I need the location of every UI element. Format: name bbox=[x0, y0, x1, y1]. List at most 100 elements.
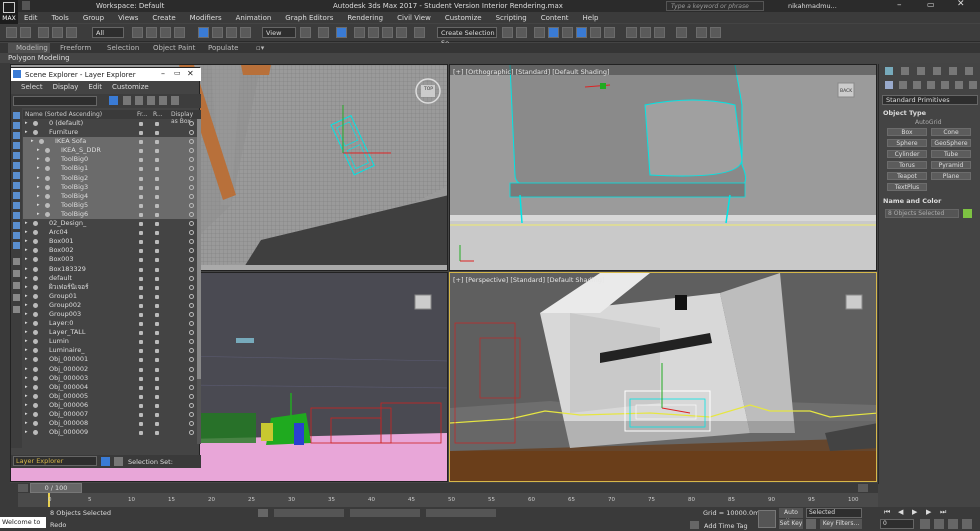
menu-customize[interactable]: Customize bbox=[112, 82, 149, 93]
layer-row[interactable]: ▸ ToolBig3 bbox=[23, 182, 197, 192]
menu-tools[interactable]: Tools bbox=[52, 14, 69, 22]
renderable-toggle-icon[interactable] bbox=[155, 340, 159, 345]
frozen-toggle-icon[interactable] bbox=[139, 285, 143, 290]
layer-row[interactable]: ▸ ผิวเฟอร์นิเจอร์ bbox=[23, 283, 197, 292]
select-place-icon[interactable] bbox=[240, 27, 251, 38]
object-type-title[interactable]: Object Type bbox=[883, 109, 926, 117]
frozen-toggle-icon[interactable] bbox=[139, 349, 143, 354]
previous-frame-icon[interactable]: ◀ bbox=[898, 508, 903, 516]
ribbon-options-icon[interactable]: ▫▾ bbox=[256, 44, 264, 52]
menu-create[interactable]: Create bbox=[152, 14, 175, 22]
viewcube-top[interactable]: TOP bbox=[424, 87, 433, 92]
layer-row[interactable]: ▸ Obj_000001 bbox=[23, 355, 197, 364]
display-shapes-icon[interactable] bbox=[13, 132, 20, 139]
layer-row[interactable]: ▸ 02_Design_ bbox=[23, 219, 197, 228]
renderable-toggle-icon[interactable] bbox=[155, 394, 159, 399]
expand-toggle-icon[interactable]: ▸ bbox=[25, 392, 28, 401]
display-all-icon[interactable] bbox=[13, 112, 20, 119]
viewport-perspective[interactable]: [+] [Perspective] [Standard] [Default Sh… bbox=[449, 272, 877, 482]
percent-snap-icon[interactable] bbox=[382, 27, 393, 38]
expand-toggle-icon[interactable]: ▸ bbox=[37, 174, 40, 183]
renderable-toggle-icon[interactable] bbox=[155, 285, 159, 290]
scene-scrollbar-thumb[interactable] bbox=[197, 119, 201, 379]
visibility-eye-icon[interactable] bbox=[33, 330, 38, 336]
visibility-eye-icon[interactable] bbox=[45, 202, 50, 208]
menu-rendering[interactable]: Rendering bbox=[347, 14, 383, 22]
renderable-toggle-icon[interactable] bbox=[155, 240, 159, 245]
display-as-box-icon[interactable] bbox=[189, 339, 194, 345]
expand-toggle-icon[interactable]: ▸ bbox=[37, 146, 40, 155]
display-as-box-icon[interactable] bbox=[189, 275, 194, 281]
frozen-toggle-icon[interactable] bbox=[139, 212, 143, 217]
expand-toggle-icon[interactable]: ▸ bbox=[25, 383, 28, 392]
visibility-eye-icon[interactable] bbox=[33, 384, 38, 390]
workspace-selector[interactable]: Workspace: Default bbox=[96, 2, 164, 10]
expand-toggle-icon[interactable]: ▸ bbox=[37, 183, 40, 192]
renderable-toggle-icon[interactable] bbox=[155, 376, 159, 381]
scene-maximize-icon[interactable]: ▭ bbox=[174, 69, 181, 77]
visibility-eye-icon[interactable] bbox=[33, 266, 38, 272]
textplus-button[interactable]: TextPlus bbox=[887, 183, 927, 191]
expand-toggle-icon[interactable]: ▸ bbox=[25, 237, 28, 246]
layer-row[interactable]: ▸ 0 (default) bbox=[23, 119, 197, 128]
layer-row[interactable]: ▸ Layer_TALL bbox=[23, 328, 197, 337]
layer-row[interactable]: ▸ Box001 bbox=[23, 237, 197, 246]
x-coordinate-field[interactable] bbox=[274, 509, 344, 517]
expand-toggle-icon[interactable]: ▸ bbox=[25, 310, 28, 319]
renderable-toggle-icon[interactable] bbox=[155, 249, 159, 254]
display-lights-icon[interactable] bbox=[13, 142, 20, 149]
layer-row[interactable]: ▸ Obj_000003 bbox=[23, 374, 197, 383]
schematic-view-icon[interactable] bbox=[590, 27, 601, 38]
expand-toggle-icon[interactable]: ▸ bbox=[37, 164, 40, 173]
visibility-eye-icon[interactable] bbox=[33, 293, 38, 299]
utilities-tab-icon[interactable] bbox=[965, 67, 973, 75]
display-as-box-icon[interactable] bbox=[189, 239, 194, 245]
visibility-eye-icon[interactable] bbox=[33, 221, 38, 227]
display-groups-icon[interactable] bbox=[13, 182, 20, 189]
cameras-icon[interactable] bbox=[927, 81, 935, 89]
scene-close-icon[interactable]: ✕ bbox=[187, 69, 194, 78]
display-as-box-icon[interactable] bbox=[189, 184, 194, 190]
layer-row[interactable]: ▸ Group01 bbox=[23, 292, 197, 301]
render-in-cloud-icon[interactable] bbox=[676, 27, 687, 38]
autogrid-checkbox[interactable]: AutoGrid bbox=[915, 119, 942, 126]
display-bones-icon[interactable] bbox=[13, 202, 20, 209]
display-space-warps-icon[interactable] bbox=[13, 172, 20, 179]
select-by-name-icon[interactable] bbox=[146, 27, 157, 38]
tab-object-paint[interactable]: Object Paint bbox=[153, 44, 195, 52]
frozen-toggle-icon[interactable] bbox=[139, 203, 143, 208]
a360-icon[interactable] bbox=[696, 27, 707, 38]
lock-icon[interactable] bbox=[123, 96, 131, 105]
renderable-toggle-icon[interactable] bbox=[155, 131, 159, 136]
display-helpers-icon[interactable] bbox=[13, 162, 20, 169]
perspective-viewport-label[interactable]: [+] [Perspective] [Standard] [Default Sh… bbox=[453, 276, 604, 284]
frozen-toggle-icon[interactable] bbox=[139, 276, 143, 281]
scene-minimize-icon[interactable]: – bbox=[161, 69, 165, 78]
renderable-toggle-icon[interactable] bbox=[155, 212, 159, 217]
visibility-eye-icon[interactable] bbox=[33, 321, 38, 327]
expand-toggle-icon[interactable]: ▸ bbox=[25, 274, 28, 283]
next-frame-icon[interactable] bbox=[858, 484, 868, 492]
layer-row[interactable]: ▸ Arc04 bbox=[23, 228, 197, 237]
systems-icon[interactable] bbox=[969, 81, 977, 89]
undo-icon[interactable] bbox=[6, 27, 17, 38]
visibility-eye-icon[interactable] bbox=[33, 302, 38, 308]
primitive-type-dropdown[interactable]: Standard Primitives bbox=[882, 95, 978, 105]
link-icon[interactable] bbox=[38, 27, 49, 38]
frozen-toggle-icon[interactable] bbox=[139, 403, 143, 408]
geometry-icon[interactable] bbox=[885, 81, 893, 89]
rectangle-selection-icon[interactable] bbox=[160, 27, 171, 38]
renderable-toggle-icon[interactable] bbox=[155, 331, 159, 336]
next-key-icon[interactable]: ▶ bbox=[926, 508, 931, 516]
lock-selection-icon[interactable] bbox=[258, 509, 268, 517]
expand-toggle-icon[interactable]: ▸ bbox=[37, 192, 40, 201]
frozen-toggle-icon[interactable] bbox=[139, 376, 143, 381]
display-children-icon[interactable] bbox=[13, 242, 20, 249]
expand-toggle-icon[interactable]: ▸ bbox=[37, 210, 40, 219]
renderable-toggle-icon[interactable] bbox=[155, 222, 159, 227]
frozen-toggle-icon[interactable] bbox=[139, 194, 143, 199]
render-production-icon[interactable] bbox=[654, 27, 665, 38]
minimize-icon[interactable]: – bbox=[897, 0, 902, 10]
space-warps-icon[interactable] bbox=[955, 81, 963, 89]
display-as-box-icon[interactable] bbox=[189, 248, 194, 254]
